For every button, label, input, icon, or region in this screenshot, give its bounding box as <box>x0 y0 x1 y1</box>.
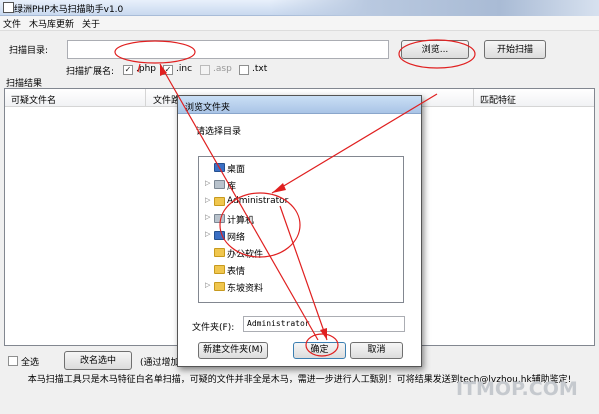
menu-file[interactable]: 文件 <box>3 17 21 30</box>
folder-field-input[interactable]: Administrator <box>243 316 405 332</box>
browse-folder-dialog: 浏览文件夹 请选择目录 桌面 ▷ 库 ▷ Administrator ▷ 计算机… <box>177 95 422 367</box>
start-scan-button[interactable]: 开始扫描 <box>484 40 546 59</box>
new-folder-button[interactable]: 新建文件夹(M) <box>198 342 268 359</box>
dialog-title-bar: 浏览文件夹 <box>178 96 421 114</box>
dialog-prompt: 请选择目录 <box>196 127 242 137</box>
title-bar: 绿洲PHP木马扫描助手v1.0 <box>0 0 599 16</box>
column-match-feature[interactable]: 匹配特征 <box>480 93 516 106</box>
watermark: ITMOP.COM <box>456 378 578 400</box>
expand-arrow-icon[interactable]: ▷ <box>205 230 213 238</box>
expand-arrow-icon[interactable]: ▷ <box>205 196 213 204</box>
folder-icon <box>214 248 225 257</box>
ext-asp-label: .asp <box>213 64 232 74</box>
expand-arrow-icon[interactable]: ▷ <box>205 179 213 187</box>
select-all-checkbox[interactable] <box>8 356 18 366</box>
window-title: 绿洲PHP木马扫描助手v1.0 <box>14 5 124 15</box>
expand-arrow-icon[interactable]: ▷ <box>205 281 213 289</box>
ok-button[interactable]: 确定 <box>293 342 346 359</box>
folder-icon <box>214 265 225 274</box>
expand-arrow-icon[interactable]: ▷ <box>205 213 213 221</box>
scan-dir-input[interactable] <box>67 40 389 59</box>
ext-txt-checkbox[interactable] <box>239 65 249 75</box>
scan-ext-label: 扫描扩展名: <box>66 67 115 77</box>
ext-txt-label: .txt <box>252 64 268 74</box>
title-bar-blurred-area <box>269 0 599 16</box>
ext-php-checkbox[interactable]: ✓ <box>123 65 133 75</box>
column-suspicious-file[interactable]: 可疑文件名 <box>11 93 56 106</box>
bottom-note: (通过增加 <box>140 358 180 368</box>
app-icon <box>3 2 14 13</box>
folder-field-label: 文件夹(F): <box>192 323 235 333</box>
menu-about[interactable]: 关于 <box>82 17 100 30</box>
ext-asp-checkbox[interactable] <box>200 65 210 75</box>
ext-inc-checkbox[interactable]: ✓ <box>163 65 173 75</box>
select-all-label: 全选 <box>21 358 40 368</box>
browse-button[interactable]: 浏览... <box>401 40 469 59</box>
scan-dir-label: 扫描目录: <box>9 46 49 56</box>
desktop-icon <box>214 163 225 172</box>
user-folder-icon <box>214 197 225 206</box>
library-icon <box>214 180 225 189</box>
ext-inc-label: .inc <box>176 64 193 74</box>
column-divider[interactable] <box>145 89 146 107</box>
computer-icon <box>214 214 225 223</box>
dialog-title: 浏览文件夹 <box>185 103 231 113</box>
menu-bar: 文件 木马库更新 关于 <box>0 16 599 31</box>
column-divider[interactable] <box>473 89 474 107</box>
network-icon <box>214 231 225 240</box>
folder-tree[interactable]: 桌面 ▷ 库 ▷ Administrator ▷ 计算机 ▷ 网络 办公软件 表… <box>198 156 404 303</box>
rename-selected-button[interactable]: 改名选中 <box>64 351 132 370</box>
menu-trojan-db-update[interactable]: 木马库更新 <box>29 17 74 30</box>
cancel-button[interactable]: 取消 <box>350 342 403 359</box>
ext-php-label: .php <box>136 64 156 74</box>
column-file-path[interactable]: 文件路 <box>153 93 180 106</box>
folder-icon <box>214 282 225 291</box>
